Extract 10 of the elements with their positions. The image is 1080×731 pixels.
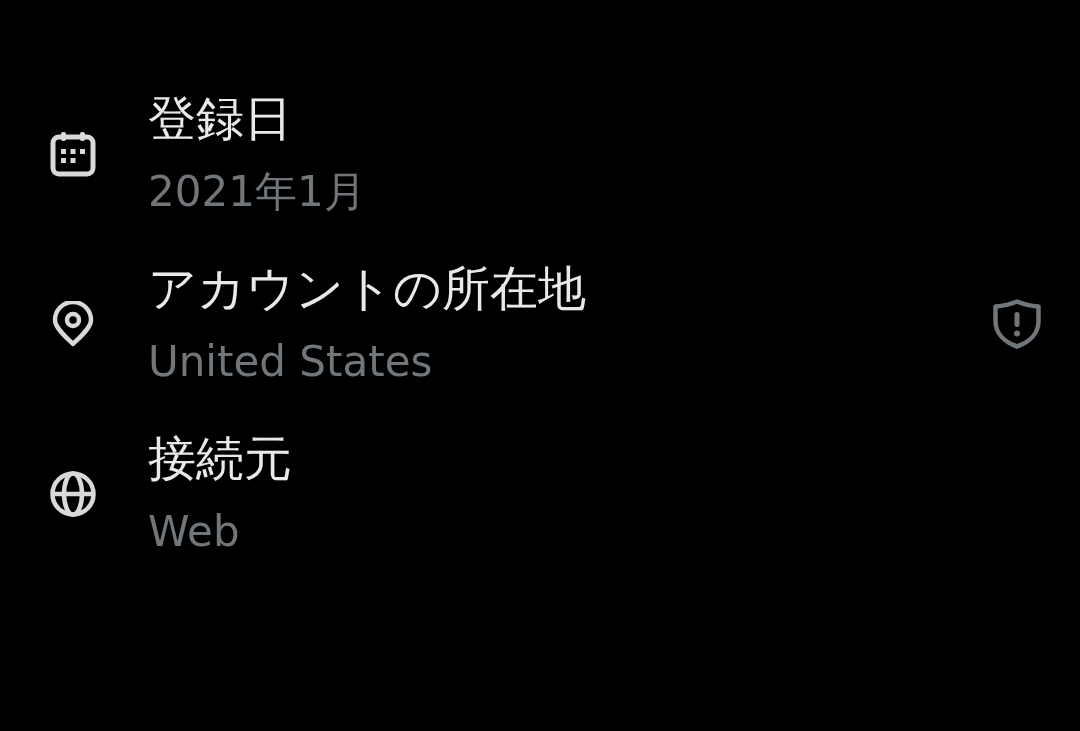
info-label: アカウントの所在地 [148, 259, 586, 318]
info-label: 接続元 [148, 429, 292, 488]
globe-icon [50, 471, 96, 517]
info-value: 2021年1月 [148, 166, 366, 218]
map-pin-icon [50, 301, 96, 347]
shield-alert-icon[interactable] [993, 299, 1041, 349]
info-label: 登録日 [148, 89, 292, 148]
info-value: Web [148, 506, 240, 558]
calendar-icon [50, 131, 96, 177]
info-value: United States [148, 336, 433, 388]
